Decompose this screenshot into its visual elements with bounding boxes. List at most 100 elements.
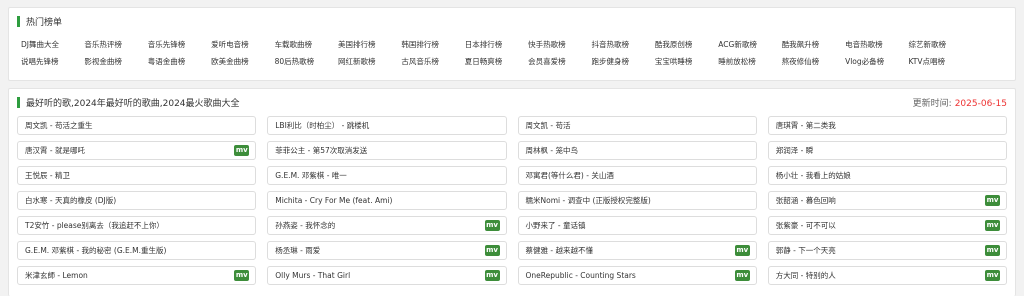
song-item[interactable]: 小野来了 - 童话镇 (517, 216, 757, 235)
mv-badge[interactable]: mv (734, 270, 750, 281)
chart-category-link[interactable]: 跑步健身榜 (592, 53, 655, 70)
song-title: 周林枫 - 笼中鸟 (525, 146, 578, 155)
song-title: 菲菲公主 - 第57次取消发送 (275, 146, 368, 155)
mv-badge[interactable]: mv (484, 270, 500, 281)
song-item[interactable]: 米津玄師 - Lemon mv (17, 266, 257, 285)
song-item[interactable]: 杨丞琳 - 雨爱 mv (267, 241, 507, 260)
songs-title: 最好听的歌,2024年最好听的歌曲,2024最火歌曲大全 (26, 98, 240, 109)
mv-badge[interactable]: mv (234, 145, 250, 156)
chart-category-link[interactable]: 睡前放松榜 (718, 53, 781, 70)
song-item[interactable]: 杨小壮 - 我看上的姑娘 (767, 166, 1007, 185)
section-marker (17, 96, 20, 108)
song-item[interactable]: Olly Murs - That Girl mv (267, 266, 507, 285)
song-item[interactable]: 郭静 - 下一个天亮 mv (767, 241, 1007, 260)
chart-category-link[interactable]: 影视金曲榜 (84, 53, 147, 70)
song-item[interactable]: G.E.M. 邓紫棋 - 唯一 (267, 166, 507, 185)
song-title: 米津玄師 - Lemon (25, 271, 88, 280)
song-item[interactable]: LBI利比（时柏尘） - 跳楼机 (267, 116, 507, 135)
mv-badge[interactable]: mv (484, 220, 500, 231)
chart-category-link[interactable]: 80后热歌榜 (275, 53, 338, 70)
song-title: T2安竹 - please别离去（我追赶不上你） (25, 221, 164, 230)
chart-category-link[interactable]: 电音热歌榜 (845, 36, 908, 53)
chart-category-link[interactable]: 音乐热评榜 (84, 36, 147, 53)
song-item[interactable]: 周文凯 - 苟活 (517, 116, 757, 135)
mv-badge[interactable]: mv (985, 245, 1000, 256)
song-item[interactable]: 郑润泽 - 瞬 (767, 141, 1007, 160)
song-title: 张紫豪 - 可不可以 (775, 221, 836, 230)
mv-badge[interactable]: mv (985, 270, 1000, 281)
chart-category-link[interactable]: 说唱先锋榜 (21, 53, 84, 70)
song-title: 方大同 - 特别的人 (775, 271, 836, 280)
song-title: 唐汉霄 - 就是哪吒 (25, 146, 85, 155)
mv-badge[interactable]: mv (985, 220, 1000, 231)
song-item[interactable]: 周林枫 - 笼中鸟 (517, 141, 757, 160)
chart-category-link[interactable]: KTV点唱榜 (908, 53, 971, 70)
song-item[interactable]: 菲菲公主 - 第57次取消发送 (267, 141, 507, 160)
chart-category-link[interactable]: 抖音热歌榜 (592, 36, 655, 53)
song-item[interactable]: 白水寒 - 天真的橡皮 (DJ版) (17, 191, 257, 210)
song-title: 孙燕姿 - 我怀念的 (275, 221, 336, 230)
chart-category-list: DJ舞曲大全 音乐热评榜 音乐先锋榜 爱听电音榜 车载歌曲榜 美国排行榜 韩国排行榜 日本排行… (9, 34, 1015, 70)
song-title: OneRepublic - Counting Stars (525, 271, 636, 280)
chart-category-link[interactable]: 欧美金曲榜 (211, 53, 274, 70)
chart-category-link[interactable]: 爱听电音榜 (211, 36, 274, 53)
song-item[interactable]: 张韶涵 - 暮色回响 mv (767, 191, 1007, 210)
song-title: 郑润泽 - 瞬 (775, 146, 814, 155)
mv-badge[interactable]: mv (484, 245, 500, 256)
chart-category-link[interactable]: Vlog必备榜 (845, 53, 908, 70)
song-item[interactable]: 唐汉霄 - 就是哪吒 mv (17, 141, 257, 160)
song-title: 郭静 - 下一个天亮 (775, 246, 836, 255)
song-item[interactable]: 周文凯 - 苟活之重生 (17, 116, 257, 135)
chart-category-link[interactable]: 综艺新歌榜 (908, 36, 971, 53)
song-title: 杨小壮 - 我看上的姑娘 (775, 171, 851, 180)
song-item[interactable]: 方大同 - 特别的人 mv (767, 266, 1007, 285)
song-item[interactable]: Michita - Cry For Me (feat. Ami) (267, 191, 507, 210)
song-item[interactable]: 邓寓君(等什么君) - 关山酒 (517, 166, 757, 185)
song-item[interactable]: 王悦辰 - 精卫 (17, 166, 257, 185)
song-title: 小野来了 - 童话镇 (525, 221, 586, 230)
song-item[interactable]: 糯米Nomi - 调查中 (正版授权完整版) (517, 191, 757, 210)
chart-category-link[interactable]: 快手热歌榜 (528, 36, 591, 53)
song-item[interactable]: G.E.M. 邓紫棋 - 我的秘密 (G.E.M.重生版) (17, 241, 257, 260)
chart-category-link[interactable]: 酷我原创榜 (655, 36, 718, 53)
chart-category-link[interactable]: 韩国排行榜 (401, 36, 464, 53)
song-title: G.E.M. 邓紫棋 - 我的秘密 (G.E.M.重生版) (25, 246, 167, 255)
chart-category-link[interactable]: 会员喜爱榜 (528, 53, 591, 70)
song-grid: 周文凯 - 苟活之重生 LBI利比（时柏尘） - 跳楼机 周文凯 - 苟活 唐琪霄 -… (9, 116, 1015, 285)
mv-badge[interactable]: mv (734, 245, 750, 256)
chart-category-link[interactable]: 美国排行榜 (338, 36, 401, 53)
song-title: 周文凯 - 苟活之重生 (25, 121, 93, 130)
song-item[interactable]: 唐琪霄 - 第二类我 (767, 116, 1007, 135)
song-title: 张韶涵 - 暮色回响 (775, 196, 836, 205)
chart-category-link[interactable]: 熬夜修仙榜 (782, 53, 845, 70)
song-title: 杨丞琳 - 雨爱 (275, 246, 321, 255)
section-marker (17, 15, 20, 27)
song-item[interactable]: 张紫豪 - 可不可以 mv (767, 216, 1007, 235)
chart-category-link[interactable]: 车载歌曲榜 (275, 36, 338, 53)
chart-category-link[interactable]: DJ舞曲大全 (21, 36, 84, 53)
song-title: 周文凯 - 苟活 (525, 121, 571, 130)
song-item[interactable]: T2安竹 - please别离去（我追赶不上你） (17, 216, 257, 235)
chart-category-link[interactable]: 酷我飙升榜 (782, 36, 845, 53)
song-title: 邓寓君(等什么君) - 关山酒 (525, 171, 614, 180)
song-item[interactable]: 蔡健雅 - 越来越不懂 mv (517, 241, 757, 260)
songs-header: 最好听的歌,2024年最好听的歌曲,2024最火歌曲大全 更新时间: 2025-0… (9, 89, 1015, 115)
song-title: Michita - Cry For Me (feat. Ami) (275, 196, 393, 205)
update-time: 更新时间: 2025-06-15 (913, 96, 1007, 109)
song-item[interactable]: 孙燕姿 - 我怀念的 mv (267, 216, 507, 235)
hot-charts-title: 热门榜单 (26, 17, 63, 28)
chart-category-link[interactable]: 宝宝哄睡榜 (655, 53, 718, 70)
chart-category-link[interactable]: 音乐先锋榜 (148, 36, 211, 53)
chart-category-link[interactable]: ACG新歌榜 (718, 36, 781, 53)
song-title: G.E.M. 邓紫棋 - 唯一 (275, 171, 347, 180)
mv-badge[interactable]: mv (985, 195, 1000, 206)
chart-category-link[interactable]: 日本排行榜 (465, 36, 528, 53)
chart-category-link[interactable]: 古风音乐榜 (401, 53, 464, 70)
song-title: LBI利比（时柏尘） - 跳楼机 (275, 121, 370, 130)
song-title: 糯米Nomi - 调查中 (正版授权完整版) (525, 196, 651, 205)
chart-category-link[interactable]: 夏日畅爽榜 (465, 53, 528, 70)
song-item[interactable]: OneRepublic - Counting Stars mv (517, 266, 757, 285)
chart-category-link[interactable]: 粤语金曲榜 (148, 53, 211, 70)
mv-badge[interactable]: mv (234, 270, 250, 281)
chart-category-link[interactable]: 网红新歌榜 (338, 53, 401, 70)
